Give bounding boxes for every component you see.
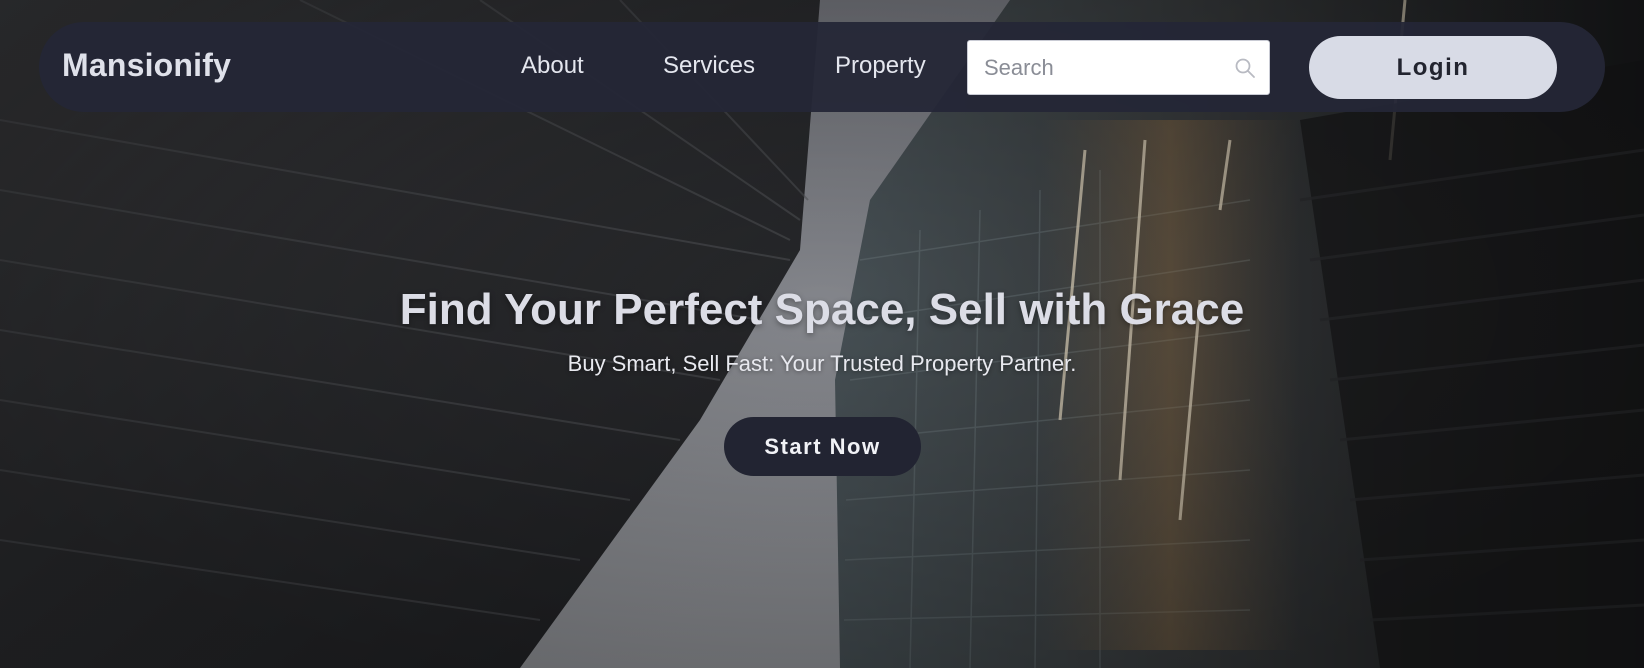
search-box <box>967 40 1270 95</box>
nav-link-services[interactable]: Services <box>663 52 755 80</box>
hero-subtitle: Buy Smart, Sell Fast: Your Trusted Prope… <box>567 351 1077 376</box>
login-button[interactable]: Login <box>1309 36 1557 99</box>
brand-logo[interactable]: Mansionify <box>62 47 231 84</box>
nav-link-about[interactable]: About <box>521 52 584 80</box>
search-icon[interactable] <box>1233 56 1257 80</box>
top-navbar: Mansionify About Services Property Login <box>39 22 1605 112</box>
start-now-button[interactable]: Start Now <box>724 417 921 476</box>
hero-title: Find Your Perfect Space, Sell with Grace <box>399 285 1245 334</box>
nav-link-property[interactable]: Property <box>835 52 926 80</box>
search-input[interactable] <box>968 41 1269 94</box>
